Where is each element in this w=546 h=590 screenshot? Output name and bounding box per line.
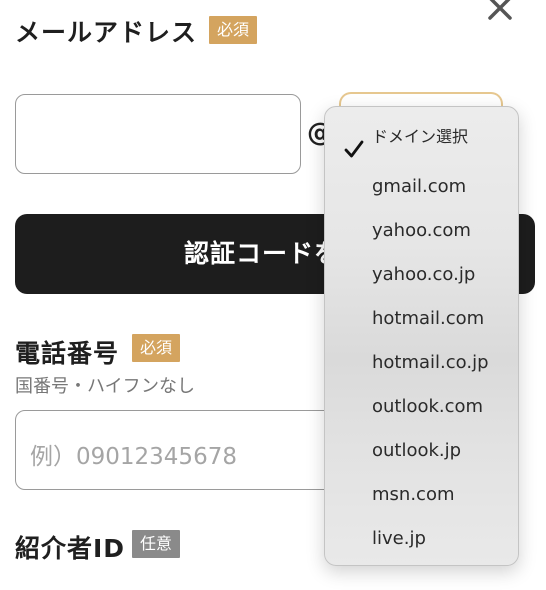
email-local-input[interactable] — [15, 94, 301, 174]
dropdown-option-select-domain[interactable]: ドメイン選択 — [325, 117, 518, 161]
checkmark-icon — [344, 140, 364, 158]
dropdown-option-outlook-com[interactable]: outlook.com — [325, 385, 518, 429]
phone-hint: 国番号・ハイフンなし — [15, 376, 195, 397]
dropdown-option-label: ドメイン選択 — [372, 127, 469, 146]
phone-input[interactable]: 例）09012345678 — [15, 410, 345, 490]
dropdown-option-label: yahoo.com — [372, 220, 471, 241]
close-icon[interactable] — [486, 0, 514, 22]
referrer-optional-badge: 任意 — [132, 530, 181, 558]
phone-label: 電話番号 — [15, 339, 120, 368]
phone-required-badge: 必須 — [132, 334, 181, 362]
dropdown-option-hotmail-co-jp[interactable]: hotmail.co.jp — [325, 341, 518, 385]
dropdown-option-label: outlook.jp — [372, 440, 462, 461]
dropdown-option-hotmail-com[interactable]: hotmail.com — [325, 297, 518, 341]
dropdown-option-label: outlook.com — [372, 396, 484, 417]
dropdown-option-live-jp[interactable]: live.jp — [325, 517, 518, 561]
email-required-badge: 必須 — [209, 16, 258, 44]
dropdown-option-outlook-jp[interactable]: outlook.jp — [325, 429, 518, 473]
dropdown-option-yahoo-com[interactable]: yahoo.com — [325, 209, 518, 253]
domain-dropdown-menu: ドメイン選択 gmail.com yahoo.com yahoo.co.jp h… — [324, 106, 519, 566]
email-label: メールアドレス — [15, 18, 198, 47]
dropdown-option-label: hotmail.co.jp — [372, 352, 489, 373]
dropdown-option-yahoo-co-jp[interactable]: yahoo.co.jp — [325, 253, 518, 297]
dropdown-option-label: hotmail.com — [372, 308, 485, 329]
phone-placeholder: 例）09012345678 — [30, 444, 237, 470]
dropdown-option-label: gmail.com — [372, 176, 467, 197]
dropdown-option-gmail[interactable]: gmail.com — [325, 165, 518, 209]
dropdown-option-label: yahoo.co.jp — [372, 264, 476, 285]
referrer-label: 紹介者ID — [15, 534, 126, 563]
dropdown-option-msn-com[interactable]: msn.com — [325, 473, 518, 517]
dropdown-option-label: msn.com — [372, 484, 455, 505]
dropdown-option-label: live.jp — [372, 528, 426, 549]
